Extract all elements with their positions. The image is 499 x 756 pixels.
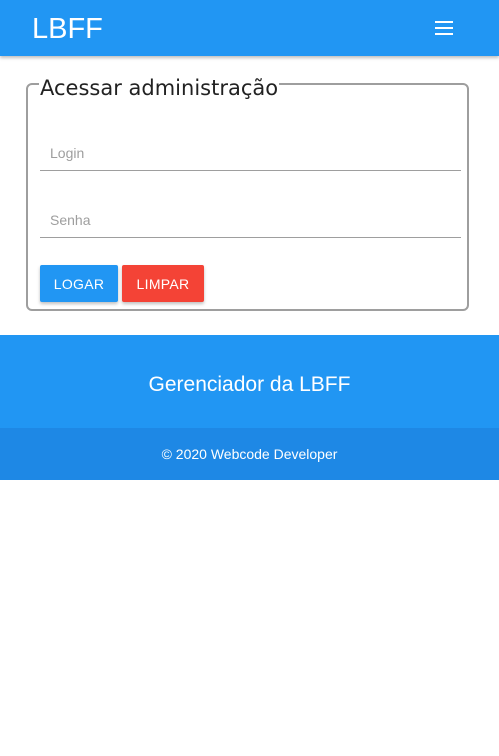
login-field — [40, 135, 461, 171]
limpar-button[interactable]: LIMPAR — [122, 265, 204, 302]
menu-line-middle — [435, 27, 453, 29]
hamburger-menu-icon[interactable] — [434, 18, 456, 38]
menu-line-top — [435, 21, 453, 23]
footer-copyright: © 2020 Webcode Developer — [161, 446, 338, 462]
form-legend: Acessar administração — [39, 75, 280, 101]
footer: Gerenciador da LBFF — [0, 335, 499, 428]
login-input[interactable] — [40, 135, 461, 171]
senha-field — [40, 202, 461, 238]
login-form: Acessar administração LOGAR LIMPAR — [26, 75, 469, 311]
footer-title: Gerenciador da LBFF — [148, 373, 351, 396]
top-navbar: LBFF — [0, 0, 499, 56]
footer-copyright-bar: © 2020 Webcode Developer — [0, 428, 499, 480]
brand-logo[interactable]: LBFF — [32, 12, 103, 46]
senha-input[interactable] — [40, 202, 461, 238]
logar-button[interactable]: LOGAR — [40, 265, 118, 302]
menu-line-bottom — [435, 33, 453, 35]
